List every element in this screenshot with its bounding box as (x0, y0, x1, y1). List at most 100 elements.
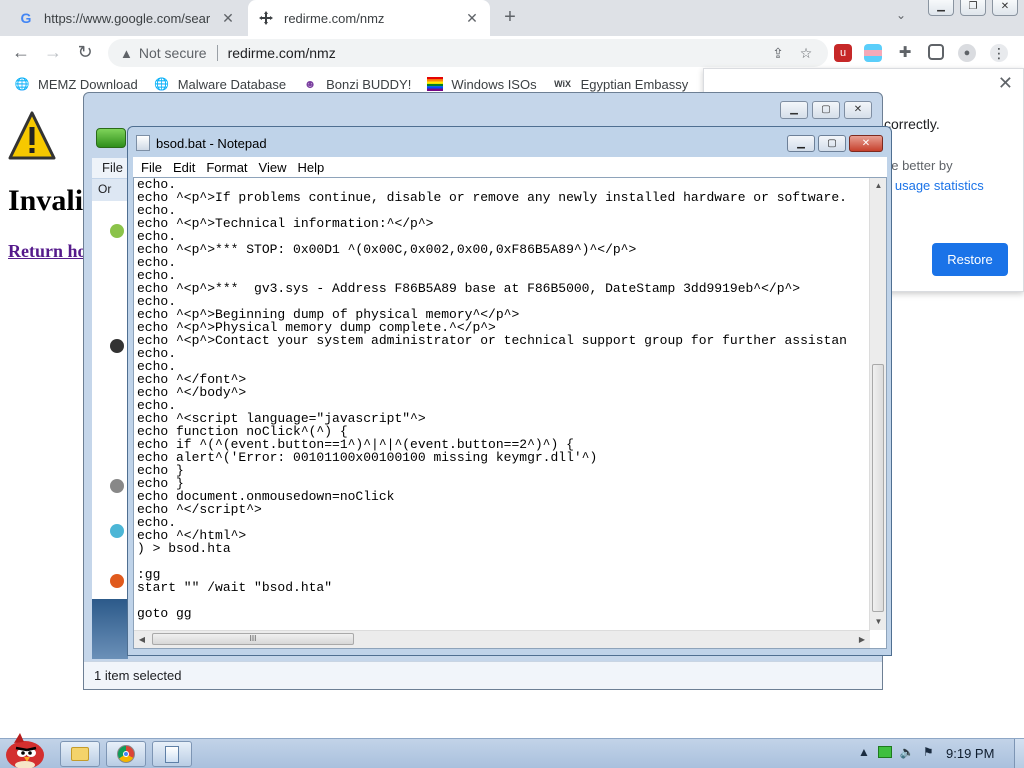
lightning-icon[interactable] (110, 574, 124, 588)
text-line[interactable]: ) > bsod.hta (137, 542, 867, 555)
maximize-button[interactable]: ▢ (812, 101, 840, 119)
network-icon[interactable] (110, 479, 124, 493)
taskbar-notepad-button[interactable] (152, 741, 192, 767)
text-line[interactable]: echo. (137, 230, 867, 243)
bookmark-memz[interactable]: 🌐 MEMZ Download (14, 76, 138, 92)
menu-view[interactable]: View (259, 160, 287, 175)
text-line[interactable]: echo if ^(^(event.button==1^)^|^|^(event… (137, 438, 867, 451)
disk-icon[interactable] (110, 339, 124, 353)
text-line[interactable]: echo. (137, 399, 867, 412)
taskbar-explorer-button[interactable] (60, 741, 100, 767)
text-line[interactable]: echo. (137, 178, 867, 191)
text-line[interactable]: echo. (137, 256, 867, 269)
explorer-menu-file[interactable]: File (92, 158, 132, 178)
ublock-icon[interactable]: u (834, 44, 852, 62)
tab-google[interactable]: G https://www.google.com/sear ✕ (8, 0, 246, 36)
menu-file[interactable]: File (141, 160, 162, 175)
puzzle-icon[interactable]: ✚ (896, 44, 914, 62)
close-icon[interactable]: ✕ (464, 10, 480, 27)
text-line[interactable]: start "" /wait "bsod.hta" (137, 581, 867, 594)
close-button[interactable]: ✕ (844, 101, 872, 119)
text-line[interactable]: echo ^</font^> (137, 373, 867, 386)
vertical-scroll-thumb[interactable] (872, 364, 884, 612)
volume-icon[interactable]: 🔈 (900, 745, 915, 759)
text-line[interactable]: echo } (137, 477, 867, 490)
scroll-right-arrow-icon[interactable]: ▶ (854, 631, 870, 648)
text-line[interactable]: echo ^<p^>Contact your system administra… (137, 334, 867, 347)
extension-flag-icon[interactable] (864, 44, 882, 62)
notepad-editor[interactable]: echo. echo ^<p^>If problems continue, dis… (133, 177, 887, 649)
text-line[interactable]: echo. (137, 204, 867, 217)
usage-statistics-link[interactable]: usage statistics (895, 178, 984, 193)
vertical-scrollbar[interactable]: ▲ ▼ (869, 178, 886, 630)
close-button[interactable]: ✕ (849, 135, 883, 152)
star-icon[interactable]: ☆ (796, 45, 816, 62)
text-line[interactable]: echo. (137, 347, 867, 360)
text-line[interactable]: echo function noClick^(^) { (137, 425, 867, 438)
not-secure-label[interactable]: Not secure (139, 45, 207, 61)
side-panel-icon[interactable] (928, 44, 944, 60)
taskbar-chrome-button[interactable] (106, 741, 146, 767)
minimize-button[interactable]: ▁ (928, 0, 954, 16)
show-desktop-button[interactable] (1014, 739, 1024, 768)
scroll-left-arrow-icon[interactable]: ◀ (134, 631, 150, 648)
star-icon[interactable] (110, 224, 124, 238)
horizontal-scroll-thumb[interactable]: III (152, 633, 354, 645)
restore-button[interactable]: Restore (932, 243, 1008, 276)
text-line[interactable] (137, 555, 867, 568)
text-line[interactable]: echo ^<script language="javascript"^> (137, 412, 867, 425)
bookmark-windows-isos[interactable]: Windows ISOs (427, 76, 537, 92)
maximize-button[interactable]: ▢ (818, 135, 846, 152)
text-line[interactable] (137, 594, 867, 607)
new-tab-button[interactable]: + (500, 6, 520, 30)
bookmark-bonzi[interactable]: ☻ Bonzi BUDDY! (302, 76, 412, 92)
close-window-button[interactable]: ✕ (992, 0, 1018, 16)
forward-arrow-icon[interactable]: → (42, 42, 64, 64)
minimize-button[interactable]: ▁ (787, 135, 815, 152)
text-line[interactable]: echo } (137, 464, 867, 477)
angry-bird-start-icon[interactable] (0, 731, 50, 768)
profile-avatar-icon[interactable]: ● (958, 44, 976, 62)
reload-icon[interactable]: ↻ (74, 42, 96, 64)
text-line[interactable]: echo ^<p^>Beginning dump of physical mem… (137, 308, 867, 321)
show-hidden-icons-icon[interactable]: ▲ (858, 745, 870, 759)
text-line[interactable]: echo. (137, 295, 867, 308)
globe-icon[interactable] (110, 524, 124, 538)
chevron-down-icon[interactable]: ⌄ (896, 8, 914, 22)
text-line[interactable]: echo ^</script^> (137, 503, 867, 516)
bookmark-egyptian-embassy[interactable]: WiX Egyptian Embassy (553, 76, 688, 92)
address-bar[interactable]: ▲ Not secure redirme.com/nmz ⇪ ☆ (108, 39, 828, 67)
minimize-button[interactable]: ▁ (780, 101, 808, 119)
organize-button[interactable]: Or (92, 179, 128, 201)
back-arrow-icon[interactable]: ← (10, 42, 32, 64)
return-home-link[interactable]: Return ho (8, 241, 87, 262)
restore-window-button[interactable]: ❐ (960, 0, 986, 16)
text-line[interactable]: echo. (137, 269, 867, 282)
bookmark-malware-database[interactable]: 🌐 Malware Database (154, 76, 286, 92)
url-text[interactable]: redirme.com/nmz (228, 45, 336, 61)
scroll-down-arrow-icon[interactable]: ▼ (870, 614, 886, 630)
text-line[interactable]: echo ^<p^>*** gv3.sys - Address F86B5A89… (137, 282, 867, 295)
text-line[interactable]: echo. (137, 516, 867, 529)
flag-icon[interactable]: ⚑ (923, 745, 934, 759)
notepad-window[interactable]: bsod.bat - Notepad ▁ ▢ ✕ File Edit Forma… (127, 126, 892, 656)
clock[interactable]: 9:19 PM (946, 746, 994, 761)
warning-triangle-icon[interactable]: ▲ (120, 46, 133, 61)
share-icon[interactable]: ⇪ (768, 45, 788, 62)
text-line[interactable]: echo ^<p^>Technical information:^</p^> (137, 217, 867, 230)
close-icon[interactable]: ✕ (220, 10, 236, 27)
back-button[interactable] (96, 128, 126, 148)
scroll-up-arrow-icon[interactable]: ▲ (870, 178, 886, 194)
text-line[interactable]: echo. (137, 360, 867, 373)
text-line[interactable]: echo ^</body^> (137, 386, 867, 399)
tab-redirme[interactable]: redirme.com/nmz ✕ (248, 0, 490, 36)
text-line[interactable]: goto gg (137, 607, 867, 620)
kebab-menu-icon[interactable]: ⋮ (990, 44, 1008, 62)
text-line[interactable]: :gg (137, 568, 867, 581)
menu-format[interactable]: Format (206, 160, 247, 175)
text-content[interactable]: echo. echo ^<p^>If problems continue, dis… (137, 178, 867, 630)
network-icon[interactable] (877, 746, 892, 758)
text-line[interactable]: echo document.onmousedown=noClick (137, 490, 867, 503)
text-line[interactable]: echo ^<p^>*** STOP: 0x00D1 ^(0x00C,0x002… (137, 243, 867, 256)
menu-edit[interactable]: Edit (173, 160, 195, 175)
